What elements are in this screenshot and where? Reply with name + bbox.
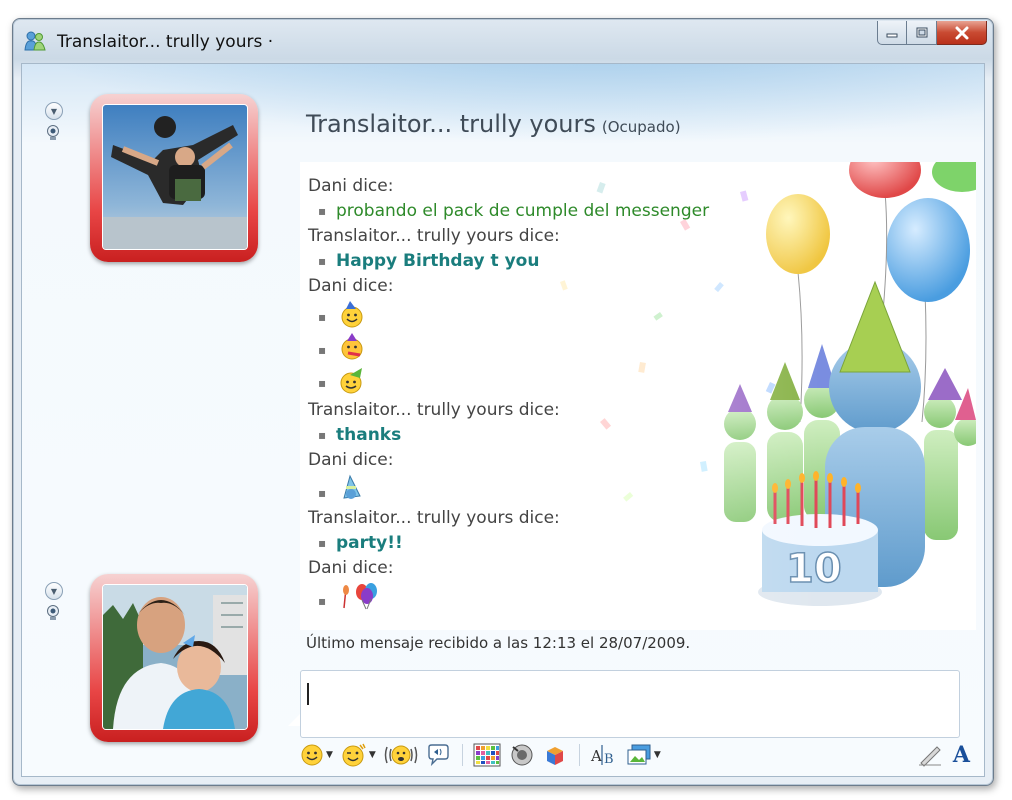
party-hat-icon	[343, 474, 361, 499]
emoticon-button[interactable]: ▼	[300, 740, 333, 770]
sender-line: Translaitor... trully yours dice:	[308, 508, 560, 528]
nudge-icon	[384, 745, 418, 765]
window-controls	[877, 21, 987, 47]
message-text: probando el pack de cumple del messenger	[336, 201, 710, 221]
own-picture-controls: ▼	[42, 582, 64, 626]
emoticon-message[interactable]: ▪	[308, 365, 908, 398]
font-icon: A	[952, 742, 970, 768]
message-line[interactable]: ▪ thanks	[308, 423, 908, 448]
close-icon	[955, 26, 968, 39]
background-icon	[473, 743, 501, 767]
voice-clip-button[interactable]	[426, 740, 450, 770]
translate-icon: A B	[590, 745, 614, 767]
conversation-history[interactable]: 10 Dani dice: ▪probando el pack de cumpl…	[300, 162, 976, 630]
green-hat-smiley-icon	[340, 368, 362, 394]
wink-button[interactable]: ▼	[341, 740, 376, 770]
title-bar[interactable]: Translaitor... trully yours ·	[13, 19, 993, 63]
toolbar-right-group: A	[907, 738, 970, 772]
sender-line: Translaitor... trully yours dice:	[308, 400, 560, 420]
maximize-icon	[916, 27, 927, 37]
contact-picture-controls: ▼	[42, 102, 64, 146]
last-message-timestamp: Último mensaje recibido a las 12:13 el 2…	[306, 634, 691, 652]
message-text: Happy Birthday t you	[336, 251, 540, 271]
emoticon-message[interactable]: ▪	[308, 581, 908, 614]
game-button[interactable]	[543, 740, 567, 770]
message-input[interactable]	[300, 670, 960, 738]
contact-name: Translaitor... trully yours	[306, 110, 596, 138]
emoticon-icon	[301, 744, 323, 766]
wink-icon	[342, 743, 366, 767]
webcam-icon[interactable]	[45, 604, 61, 622]
share-photos-icon	[627, 744, 651, 765]
sender-line: Translaitor... trully yours dice:	[308, 226, 560, 246]
sender-line: Dani dice:	[308, 276, 394, 296]
sender-line: Dani dice:	[308, 558, 394, 578]
minimize-icon	[886, 33, 898, 37]
game-icon	[546, 747, 563, 765]
text-caret	[307, 683, 309, 705]
sound-icon	[511, 744, 533, 766]
messenger-buddies-icon	[23, 30, 47, 52]
messenger-window: Translaitor... trully yours · ▼ Translai…	[12, 18, 994, 786]
chevron-down-icon[interactable]: ▼	[654, 750, 661, 760]
sound-button[interactable]	[509, 740, 535, 770]
message-text: thanks	[336, 425, 402, 445]
voice-clip-icon	[428, 744, 449, 767]
translate-button[interactable]: A B	[590, 740, 618, 770]
own-menu-dropdown-icon[interactable]: ▼	[45, 582, 63, 600]
message-line[interactable]: ▪ Happy Birthday t you	[308, 249, 908, 274]
skydiving-photo	[103, 105, 247, 249]
message-list: Dani dice: ▪ probando el pack de cumple d…	[308, 174, 908, 614]
window-title: Translaitor... trully yours ·	[57, 32, 274, 52]
nudge-button[interactable]	[384, 740, 418, 770]
message-line[interactable]: ▪ party!!	[308, 531, 908, 556]
party-hat-smiley-icon	[341, 301, 363, 328]
father-daughter-photo	[103, 585, 247, 729]
sender-line: Dani dice:	[308, 450, 394, 470]
svg-text:B: B	[604, 752, 614, 767]
handwriting-button[interactable]	[917, 740, 943, 770]
own-avatar	[102, 584, 248, 730]
formatting-toolbar: ▼ ▼ A B ▼ A	[300, 738, 976, 772]
svg-text:A: A	[590, 747, 602, 765]
message-text: party!!	[336, 533, 403, 553]
message-line[interactable]: ▪ probando el pack de cumple del messenge…	[308, 199, 908, 224]
maximize-button[interactable]	[907, 21, 937, 45]
emoticon-message[interactable]: ▪	[308, 473, 908, 506]
handwriting-icon	[918, 746, 941, 767]
minimize-button[interactable]	[877, 21, 907, 45]
share-photos-button[interactable]: ▼	[626, 740, 661, 770]
emoticon-message[interactable]: ▪	[308, 299, 908, 332]
contact-avatar	[102, 104, 248, 250]
contact-header: Translaitor... trully yours (Ocupado)	[306, 110, 681, 138]
contact-avatar-frame[interactable]	[90, 94, 258, 262]
webcam-icon[interactable]	[45, 124, 61, 142]
close-button[interactable]	[937, 21, 987, 45]
party-blower-smiley-icon	[341, 333, 363, 360]
background-button[interactable]	[473, 740, 501, 770]
emoticon-message[interactable]: ▪	[308, 332, 908, 365]
balloons-icon	[343, 583, 377, 610]
toolbar-separator	[461, 744, 463, 766]
chevron-down-icon[interactable]: ▼	[326, 750, 333, 760]
font-button[interactable]: A	[953, 740, 970, 770]
own-avatar-frame[interactable]	[90, 574, 258, 742]
chevron-down-icon[interactable]: ▼	[369, 750, 376, 760]
toolbar-separator	[578, 744, 580, 766]
conversation-client-area: ▼ Translaitor... trully yours (Ocupado) …	[21, 63, 985, 777]
sender-line: Dani dice:	[308, 176, 394, 196]
contact-menu-dropdown-icon[interactable]: ▼	[45, 102, 63, 120]
contact-status: (Ocupado)	[601, 118, 681, 136]
